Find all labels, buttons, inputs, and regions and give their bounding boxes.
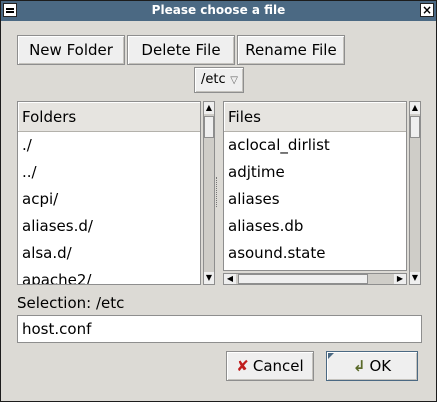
check-arrow-icon: ↲ [352,357,366,375]
file-item[interactable]: aclocal_dirlist [224,132,406,159]
x-icon: ✘ [236,357,249,375]
folders-items: ./ ../ acpi/ aliases.d/ alsa.d/ apache2/ [18,132,200,284]
file-chooser-dialog: Please choose a file × New Folder Delete… [0,0,437,402]
folders-list[interactable]: Folders ./ ../ acpi/ aliases.d/ alsa.d/ … [17,101,201,285]
files-vscrollbar[interactable]: ▲ ▼ [409,101,421,285]
selection-input[interactable] [17,315,422,343]
ok-button[interactable]: ↲ OK [326,351,418,381]
scroll-right-icon[interactable]: ▶ [394,274,406,284]
scroll-thumb[interactable] [204,116,214,138]
file-item[interactable]: aliases.db [224,213,406,240]
folders-scrollbar[interactable]: ▲ ▼ [203,101,215,285]
triangle-down-icon: ▽ [230,75,238,86]
file-item[interactable]: adjtime [224,159,406,186]
cancel-button[interactable]: ✘ Cancel [226,351,314,381]
title-bar[interactable]: Please choose a file × [1,1,436,21]
folder-item[interactable]: aliases.d/ [18,213,200,240]
path-dropdown-value: /etc [201,72,226,87]
new-folder-button[interactable]: New Folder [17,35,125,65]
files-items: aclocal_dirlist adjtime aliases aliases.… [224,132,406,270]
folder-item[interactable]: ./ [18,132,200,159]
file-item[interactable]: aliases [224,186,406,213]
scroll-down-icon[interactable]: ▼ [410,272,420,284]
files-list[interactable]: Files aclocal_dirlist adjtime aliases al… [223,101,407,271]
file-item[interactable]: asound.state [224,240,406,267]
path-dropdown[interactable]: /etc ▽ [194,67,244,93]
folder-item[interactable]: apache2/ [18,267,200,284]
pane-resize-grip[interactable] [216,177,221,207]
folders-header[interactable]: Folders [18,102,200,132]
files-hscrollbar[interactable]: ◀ ▶ [223,273,407,285]
scroll-thumb[interactable] [410,116,420,138]
scroll-left-icon[interactable]: ◀ [224,274,236,284]
selection-label: Selection: /etc [17,294,125,312]
close-icon[interactable]: × [420,3,434,17]
scroll-thumb[interactable] [238,274,368,284]
scroll-up-icon[interactable]: ▲ [204,102,214,114]
delete-file-label: Delete File [141,41,221,59]
delete-file-button[interactable]: Delete File [127,35,235,65]
scroll-down-icon[interactable]: ▼ [204,272,214,284]
scroll-up-icon[interactable]: ▲ [410,102,420,114]
folder-item[interactable]: alsa.d/ [18,240,200,267]
ok-label: OK [369,357,392,375]
default-corner-marker [328,353,334,359]
rename-file-label: Rename File [245,41,337,59]
rename-file-button[interactable]: Rename File [237,35,345,65]
window-title: Please choose a file [151,3,286,17]
folder-item[interactable]: acpi/ [18,186,200,213]
files-header[interactable]: Files [224,102,406,132]
folder-item[interactable]: ../ [18,159,200,186]
cancel-label: Cancel [252,357,304,375]
new-folder-label: New Folder [29,41,113,59]
